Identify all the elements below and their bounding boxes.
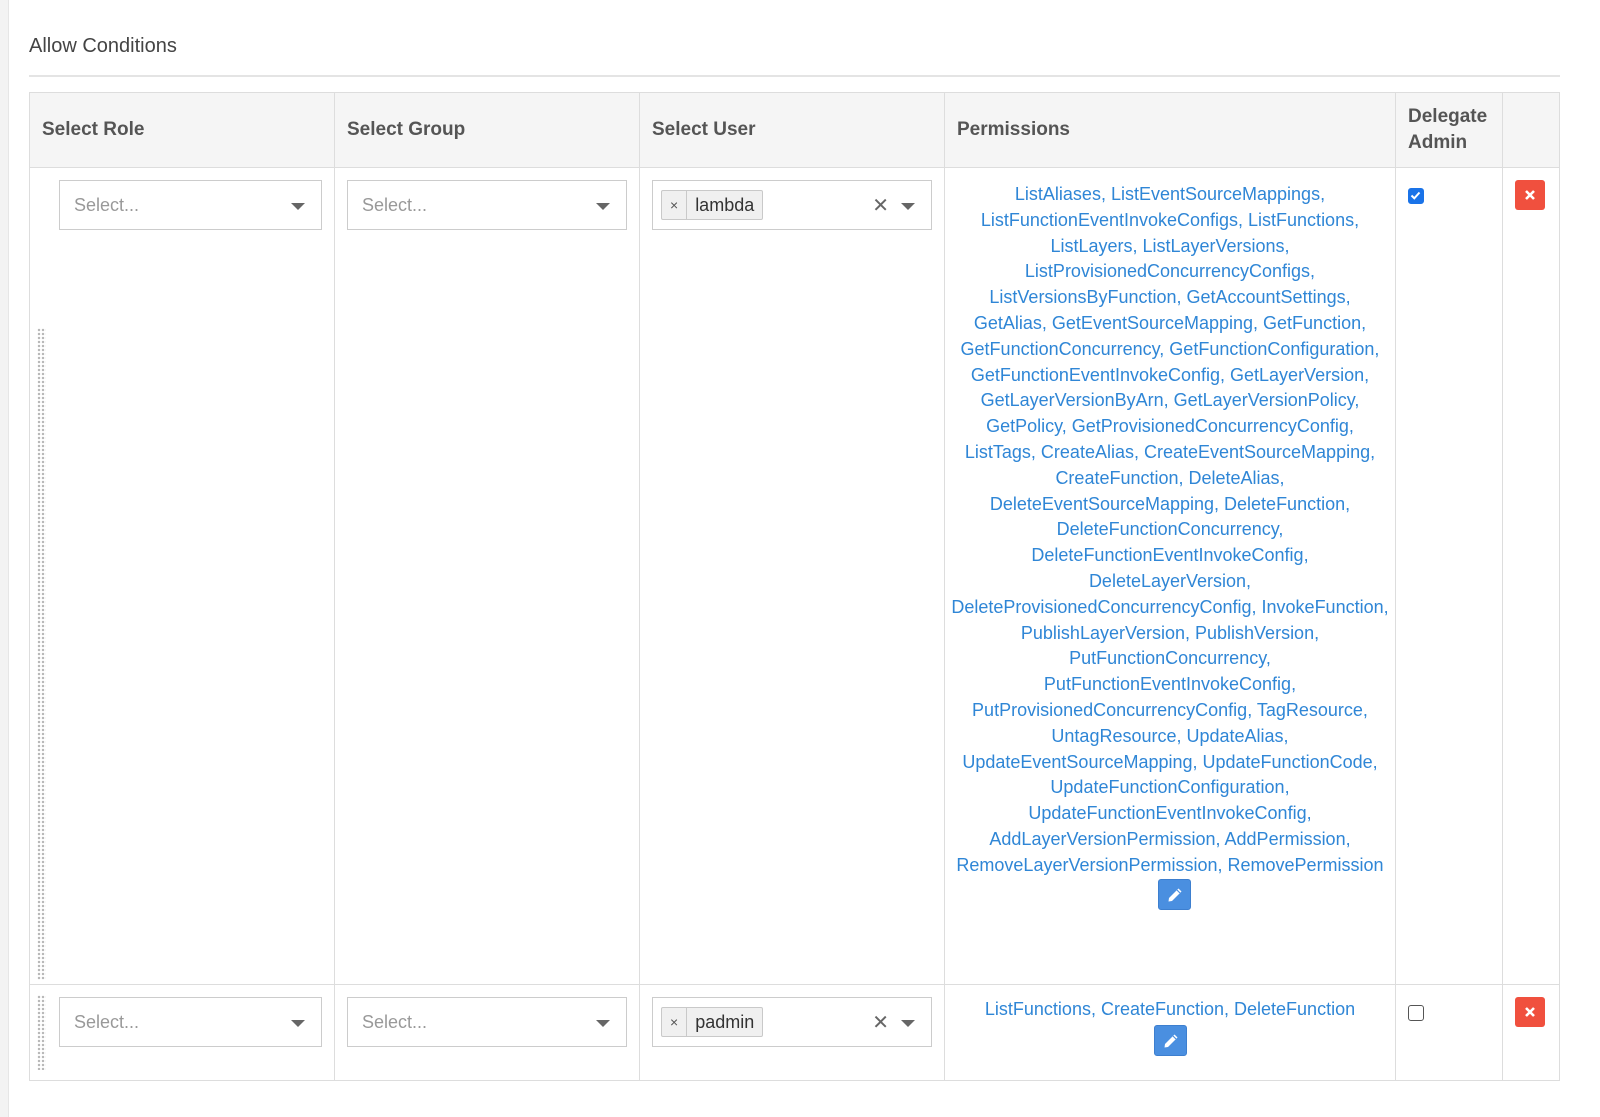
header-actions [1502,92,1560,168]
caret-down-icon[interactable] [596,1020,610,1027]
table-header-row: Select Role Select Group Select User Per… [29,92,1560,168]
delete-row-button[interactable] [1515,180,1545,210]
clear-icon[interactable]: ✕ [872,193,889,218]
delegate-admin-checkbox[interactable] [1408,1005,1424,1021]
section-divider [29,75,1560,77]
role-select-placeholder: Select... [74,1011,140,1032]
actions-cell [1502,167,1560,985]
header-delegate-line2: Admin [1408,132,1468,153]
user-tag-label: lambda [695,194,755,215]
allow-conditions-table: Select Role Select Group Select User Per… [29,92,1560,1081]
group-cell: Select... [334,167,640,985]
left-page-edge [0,0,9,1117]
user-select[interactable]: × lambda ✕ [652,180,932,230]
remove-tag-icon[interactable]: × [662,1008,688,1036]
delegate-admin-cell [1395,984,1503,1081]
table-row: Select... Select... × [29,984,1560,1081]
drag-handle-icon[interactable] [37,328,46,980]
actions-cell [1502,984,1560,1081]
user-cell: × lambda ✕ [639,167,945,985]
caret-down-icon[interactable] [901,203,915,210]
user-tag-label: padmin [695,1011,755,1032]
edit-permissions-button[interactable] [1157,878,1191,910]
header-permissions: Permissions [944,92,1396,168]
header-delegate-line1: Delegate [1408,106,1488,127]
table-row: Select... Select... × [29,167,1560,985]
header-select-user: Select User [639,92,945,168]
group-select-placeholder: Select... [362,1011,428,1032]
role-select[interactable]: Select... [59,180,322,230]
times-icon [1525,190,1535,200]
delegate-admin-checkbox[interactable] [1408,188,1424,204]
edit-permissions-button[interactable] [1153,1024,1187,1056]
group-cell: Select... [334,984,640,1081]
permissions-list[interactable]: ListAliases, ListEventSourceMappings, Li… [951,184,1388,875]
role-select[interactable]: Select... [59,997,322,1047]
times-icon [1525,1007,1535,1017]
check-icon [1410,191,1421,200]
delegate-admin-cell [1395,167,1503,985]
caret-down-icon[interactable] [291,203,305,210]
header-delegate-admin: Delegate Admin [1395,92,1503,168]
user-tag: × lambda [661,190,764,220]
section-title: Allow Conditions [29,35,177,57]
user-select[interactable]: × padmin ✕ [652,997,932,1047]
clear-icon[interactable]: ✕ [872,1010,889,1035]
pencil-icon [1164,1034,1177,1048]
group-select[interactable]: Select... [347,180,627,230]
caret-down-icon[interactable] [901,1020,915,1027]
role-select-placeholder: Select... [74,194,140,215]
header-select-role: Select Role [29,92,335,168]
header-select-group: Select Group [334,92,640,168]
permissions-list[interactable]: ListFunctions, CreateFunction, DeleteFun… [985,999,1355,1019]
group-select-placeholder: Select... [362,194,428,215]
delete-row-button[interactable] [1515,997,1545,1027]
group-select[interactable]: Select... [347,997,627,1047]
permissions-cell: ListFunctions, CreateFunction, DeleteFun… [944,984,1396,1081]
caret-down-icon[interactable] [596,203,610,210]
pencil-icon [1168,888,1181,902]
user-tag: × padmin [661,1007,764,1037]
remove-tag-icon[interactable]: × [662,191,688,219]
role-cell: Select... [29,984,335,1081]
caret-down-icon[interactable] [291,1020,305,1027]
role-cell: Select... [29,167,335,985]
user-cell: × padmin ✕ [639,984,945,1081]
permissions-cell: ListAliases, ListEventSourceMappings, Li… [944,167,1396,985]
drag-handle-icon[interactable] [37,995,46,1070]
